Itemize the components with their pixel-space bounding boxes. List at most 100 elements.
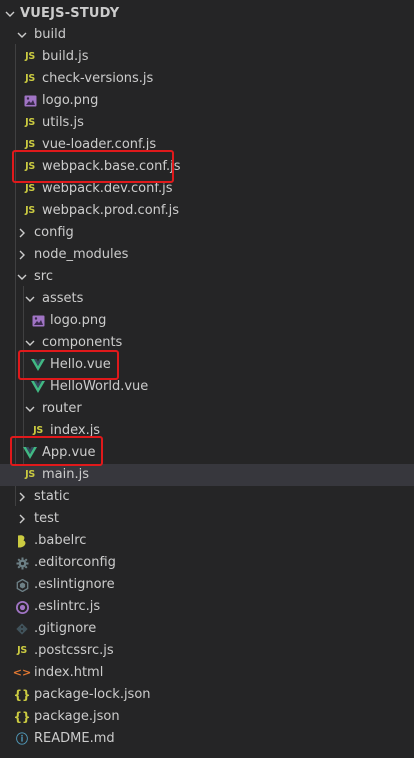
tree-item-label: .gitignore: [34, 621, 97, 636]
tree-file-readme-md[interactable]: ⓘ README.md: [0, 728, 414, 750]
chevron-down-icon: [2, 3, 18, 25]
tree-folder-assets[interactable]: assets: [0, 288, 414, 310]
tree-item-label: build: [34, 27, 66, 42]
tree-item-label: router: [42, 401, 82, 416]
tree-folder-router[interactable]: router: [0, 398, 414, 420]
tree-item-label: .eslintignore: [34, 577, 115, 592]
tree-file-package-lock-json[interactable]: {} package-lock.json: [0, 684, 414, 706]
chevron-right-icon: [14, 486, 30, 508]
tree-file-build-js[interactable]: JS build.js: [0, 46, 414, 68]
js-file-icon: JS: [25, 469, 35, 480]
tree-folder-node-modules[interactable]: node_modules: [0, 244, 414, 266]
tree-item-label: .eslintrc.js: [34, 599, 101, 614]
tree-folder-components[interactable]: components: [0, 332, 414, 354]
js-file-icon: JS: [25, 161, 35, 172]
tree-file-package-json[interactable]: {} package.json: [0, 706, 414, 728]
file-explorer-panel: VUEJS-STUDY build JS build.js JS check-v…: [0, 0, 414, 758]
chevron-down-icon: [14, 266, 30, 288]
image-file-icon: [22, 93, 38, 109]
tree-item-label: utils.js: [42, 115, 84, 130]
tree-item-label: webpack.dev.conf.js: [42, 181, 173, 196]
chevron-down-icon: [14, 24, 30, 46]
tree-item-label: static: [34, 489, 70, 504]
tree-file-webpack-dev-conf-js[interactable]: JS webpack.dev.conf.js: [0, 178, 414, 200]
tree-folder-static[interactable]: static: [0, 486, 414, 508]
tree-item-label: vue-loader.conf.js: [42, 137, 157, 152]
tree-file-build-logo-png[interactable]: logo.png: [0, 90, 414, 112]
tree-item-label: App.vue: [42, 445, 96, 460]
chevron-down-icon: [22, 332, 38, 354]
tree-item-label: config: [34, 225, 74, 240]
gear-icon: [14, 555, 30, 571]
tree-file-webpack-base-conf-js[interactable]: JS webpack.base.conf.js: [0, 156, 414, 178]
git-icon: [14, 621, 30, 637]
tree-item-label: index.html: [34, 665, 104, 680]
tree-folder-build[interactable]: build: [0, 24, 414, 46]
vue-file-icon: [22, 445, 38, 461]
tree-item-label: .editorconfig: [34, 555, 116, 570]
tree-item-label: logo.png: [50, 313, 107, 328]
js-file-icon: JS: [25, 51, 35, 62]
tree-file-webpack-prod-conf-js[interactable]: JS webpack.prod.conf.js: [0, 200, 414, 222]
tree-item-label: .postcssrc.js: [34, 643, 114, 658]
tree-file-assets-logo-png[interactable]: logo.png: [0, 310, 414, 332]
tree-item-label: index.js: [50, 423, 101, 438]
json-file-icon: {}: [13, 710, 31, 724]
js-file-icon: JS: [33, 425, 43, 436]
explorer-root-title: VUEJS-STUDY: [20, 6, 120, 21]
tree-folder-src[interactable]: src: [0, 266, 414, 288]
tree-file-check-versions-js[interactable]: JS check-versions.js: [0, 68, 414, 90]
tree-item-label: webpack.prod.conf.js: [42, 203, 180, 218]
tree-file-gitignore[interactable]: .gitignore: [0, 618, 414, 640]
js-file-icon: JS: [25, 183, 35, 194]
tree-item-label: logo.png: [42, 93, 99, 108]
eslint-icon: [14, 577, 30, 593]
tree-file-index-html[interactable]: <> index.html: [0, 662, 414, 684]
html-file-icon: <>: [12, 666, 32, 679]
tree-file-postcssrc-js[interactable]: JS .postcssrc.js: [0, 640, 414, 662]
vue-file-icon: [30, 357, 46, 373]
eslint-config-icon: [14, 599, 30, 615]
vue-file-icon: [30, 379, 46, 395]
tree-folder-config[interactable]: config: [0, 222, 414, 244]
tree-file-helloworld-vue[interactable]: HelloWorld.vue: [0, 376, 414, 398]
tree-item-label: package.json: [34, 709, 120, 724]
tree-item-label: src: [34, 269, 53, 284]
babel-icon: [14, 533, 30, 549]
tree-item-label: build.js: [42, 49, 89, 64]
explorer-root-folder[interactable]: VUEJS-STUDY: [0, 3, 414, 25]
chevron-down-icon: [22, 398, 38, 420]
js-file-icon: JS: [25, 205, 35, 216]
chevron-right-icon: [14, 244, 30, 266]
tree-item-label: components: [42, 335, 123, 350]
tree-item-label: check-versions.js: [42, 71, 154, 86]
tree-item-label: assets: [42, 291, 84, 306]
js-file-icon: JS: [25, 73, 35, 84]
chevron-right-icon: [14, 222, 30, 244]
json-file-icon: {}: [13, 688, 31, 702]
tree-file-hello-vue[interactable]: Hello.vue: [0, 354, 414, 376]
tree-file-babelrc[interactable]: .babelrc: [0, 530, 414, 552]
tree-item-label: main.js: [42, 467, 89, 482]
tree-item-label: Hello.vue: [50, 357, 111, 372]
tree-file-main-js[interactable]: JS main.js: [0, 464, 414, 486]
tree-file-editorconfig[interactable]: .editorconfig: [0, 552, 414, 574]
tree-item-label: README.md: [34, 731, 115, 746]
tree-file-vue-loader-conf-js[interactable]: JS vue-loader.conf.js: [0, 134, 414, 156]
info-icon: ⓘ: [15, 732, 28, 746]
js-file-icon: JS: [25, 139, 35, 150]
js-file-icon: JS: [25, 117, 35, 128]
tree-item-label: .babelrc: [34, 533, 87, 548]
tree-file-eslintrc-js[interactable]: .eslintrc.js: [0, 596, 414, 618]
tree-item-label: test: [34, 511, 59, 526]
tree-file-utils-js[interactable]: JS utils.js: [0, 112, 414, 134]
tree-item-label: HelloWorld.vue: [50, 379, 149, 394]
tree-file-router-index-js[interactable]: JS index.js: [0, 420, 414, 442]
js-file-icon: JS: [17, 645, 27, 656]
tree-file-app-vue[interactable]: App.vue: [0, 442, 414, 464]
tree-file-eslintignore[interactable]: .eslintignore: [0, 574, 414, 596]
tree-item-label: package-lock.json: [34, 687, 151, 702]
tree-item-label: node_modules: [34, 247, 129, 262]
chevron-right-icon: [14, 508, 30, 530]
tree-folder-test[interactable]: test: [0, 508, 414, 530]
